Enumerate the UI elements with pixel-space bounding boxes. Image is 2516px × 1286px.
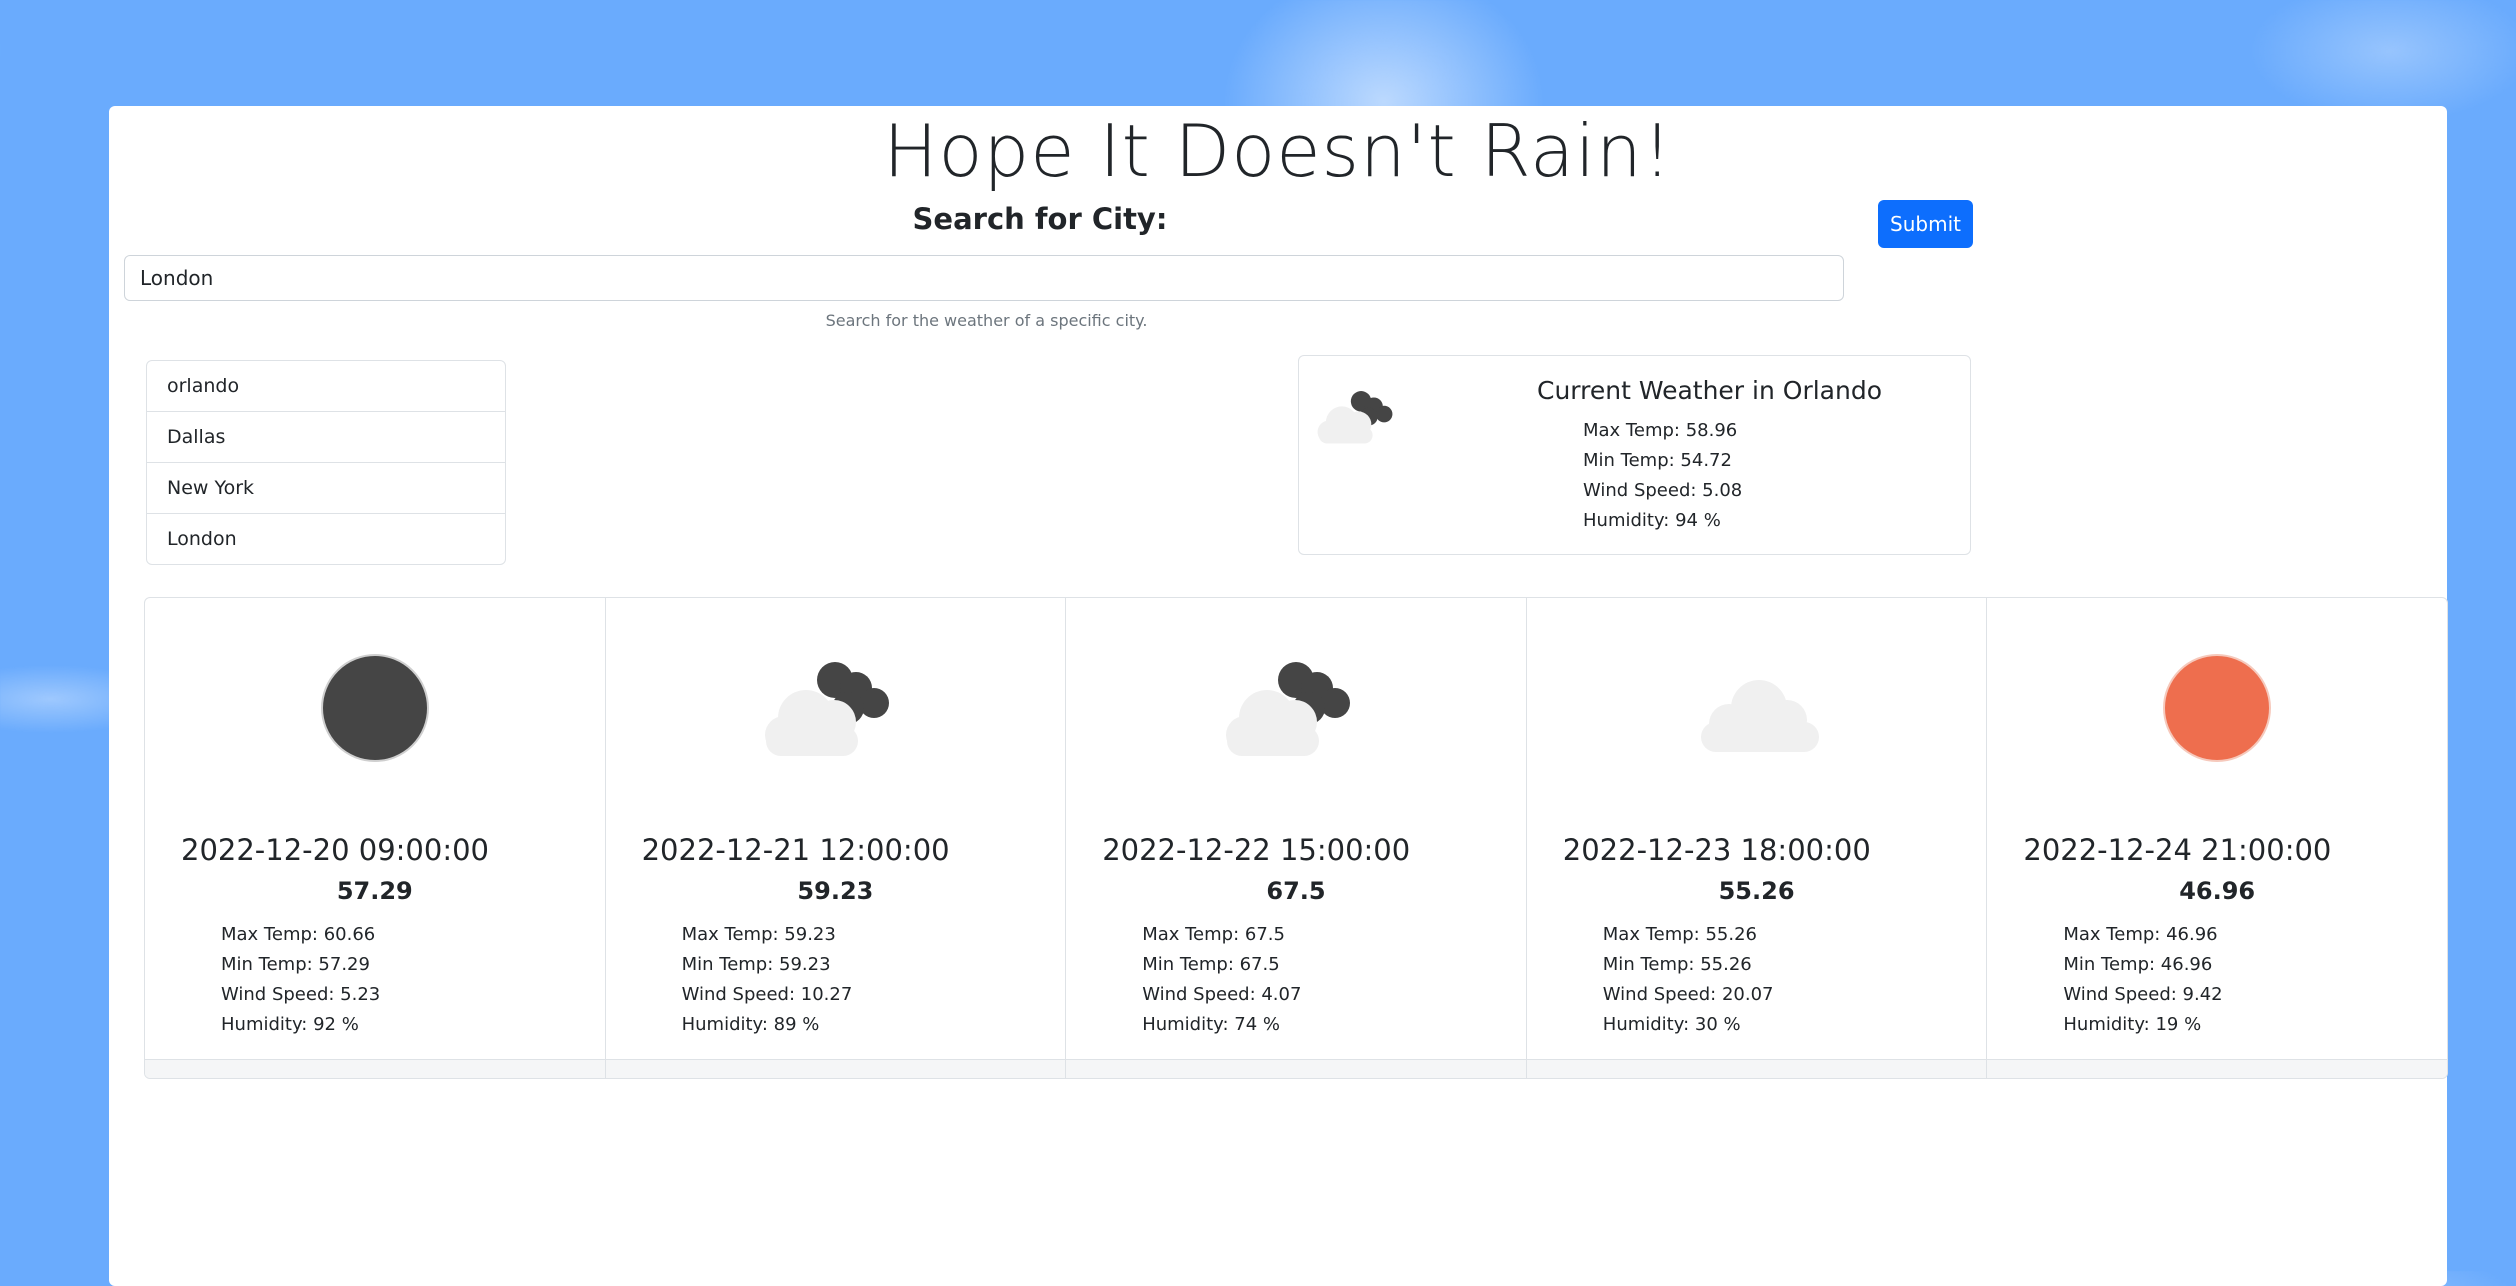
moon-icon [145,648,605,768]
forecast-stats: Max Temp: 60.66 Min Temp: 57.29 Wind Spe… [221,920,380,1040]
min-temp: Min Temp: 55.26 [1602,954,1752,975]
max-temp: Max Temp: 60.66 [221,924,376,945]
forecast-date: 2022-12-24 21:00:00 [2023,833,2332,867]
forecast-card-footer [605,1059,1066,1078]
forecast-temp: 55.26 [1718,877,1795,905]
sun-icon [1987,648,2447,768]
forecast-row: 2022-12-20 09:00:00 57.29 Max Temp: 60.6… [144,597,2448,1079]
page-title: Hope It Doesn't Rain! [883,109,1673,193]
history-item[interactable]: Dallas [147,412,505,463]
search-input[interactable] [124,255,1844,301]
forecast-temp: 59.23 [797,877,874,905]
search-label: Search for City: [912,202,1168,236]
min-temp: Min Temp: 67.5 [1142,954,1280,975]
max-temp: Max Temp: 59.23 [681,924,836,945]
search-history-list: orlando Dallas New York London [146,360,506,565]
max-temp: Max Temp: 55.26 [1602,924,1758,945]
min-temp: Min Temp: 54.72 [1583,450,1732,471]
forecast-stats: Max Temp: 67.5 Min Temp: 67.5 Wind Speed… [1142,920,1301,1040]
min-temp: Min Temp: 46.96 [2063,954,2213,975]
humidity: Humidity: 94 % [1583,510,1721,531]
forecast-card-footer [1066,1059,1526,1078]
forecast-card: 2022-12-23 18:00:00 55.26 Max Temp: 55.2… [1526,598,1988,1078]
max-temp: Max Temp: 67.5 [1142,924,1285,945]
humidity: Humidity: 19 % [2063,1014,2202,1035]
forecast-card: 2022-12-22 15:00:00 67.5 Max Temp: 67.5 … [1066,598,1527,1078]
forecast-card: 2022-12-24 21:00:00 46.96 Max Temp: 46.9… [1987,598,2447,1078]
cloudy-night-icon [606,648,1066,768]
wind-speed: Wind Speed: 20.07 [1602,984,1774,1005]
humidity: Humidity: 74 % [1142,1014,1281,1035]
cloudy-night-icon [1066,648,1526,768]
wind-speed: Wind Speed: 5.23 [221,984,381,1005]
current-weather-stats: Max Temp: 58.96 Min Temp: 54.72 Wind Spe… [1583,416,1742,536]
forecast-date: 2022-12-20 09:00:00 [181,833,489,867]
wind-speed: Wind Speed: 4.07 [1142,984,1302,1005]
forecast-stats: Max Temp: 59.23 Min Temp: 59.23 Wind Spe… [682,920,853,1040]
current-weather-title: Current Weather in Orlando [1536,376,1883,405]
current-weather-card: Current Weather in Orlando Max Temp: 58.… [1298,355,1971,555]
min-temp: Min Temp: 59.23 [681,954,831,975]
forecast-card-footer [1987,1059,2447,1078]
forecast-temp: 67.5 [1266,877,1326,905]
humidity: Humidity: 89 % [681,1014,820,1035]
history-item[interactable]: New York [147,463,505,514]
forecast-date: 2022-12-23 18:00:00 [1562,833,1871,867]
forecast-stats: Max Temp: 46.96 Min Temp: 46.96 Wind Spe… [2063,920,2222,1040]
wind-speed: Wind Speed: 10.27 [681,984,853,1005]
max-temp: Max Temp: 58.96 [1583,420,1738,441]
forecast-date: 2022-12-21 12:00:00 [641,833,950,867]
cloud-icon [1527,648,1987,768]
submit-button[interactable]: Submit [1878,200,1973,248]
forecast-stats: Max Temp: 55.26 Min Temp: 55.26 Wind Spe… [1603,920,1774,1040]
humidity: Humidity: 30 % [1602,1014,1741,1035]
history-item[interactable]: London [147,514,505,564]
forecast-card: 2022-12-20 09:00:00 57.29 Max Temp: 60.6… [145,598,606,1078]
forecast-date: 2022-12-22 15:00:00 [1102,833,1411,867]
wind-speed: Wind Speed: 9.42 [2063,984,2223,1005]
forecast-card-footer [145,1059,605,1078]
max-temp: Max Temp: 46.96 [2063,924,2218,945]
forecast-card: 2022-12-21 12:00:00 59.23 Max Temp: 59.2… [605,598,1067,1078]
history-item[interactable]: orlando [147,361,505,412]
search-help-text: Search for the weather of a specific cit… [825,311,1148,330]
forecast-temp: 46.96 [2179,877,2256,905]
forecast-temp: 57.29 [336,877,413,905]
min-temp: Min Temp: 57.29 [221,954,370,975]
forecast-card-footer [1526,1059,1987,1078]
wind-speed: Wind Speed: 5.08 [1583,480,1743,501]
humidity: Humidity: 92 % [221,1014,359,1035]
